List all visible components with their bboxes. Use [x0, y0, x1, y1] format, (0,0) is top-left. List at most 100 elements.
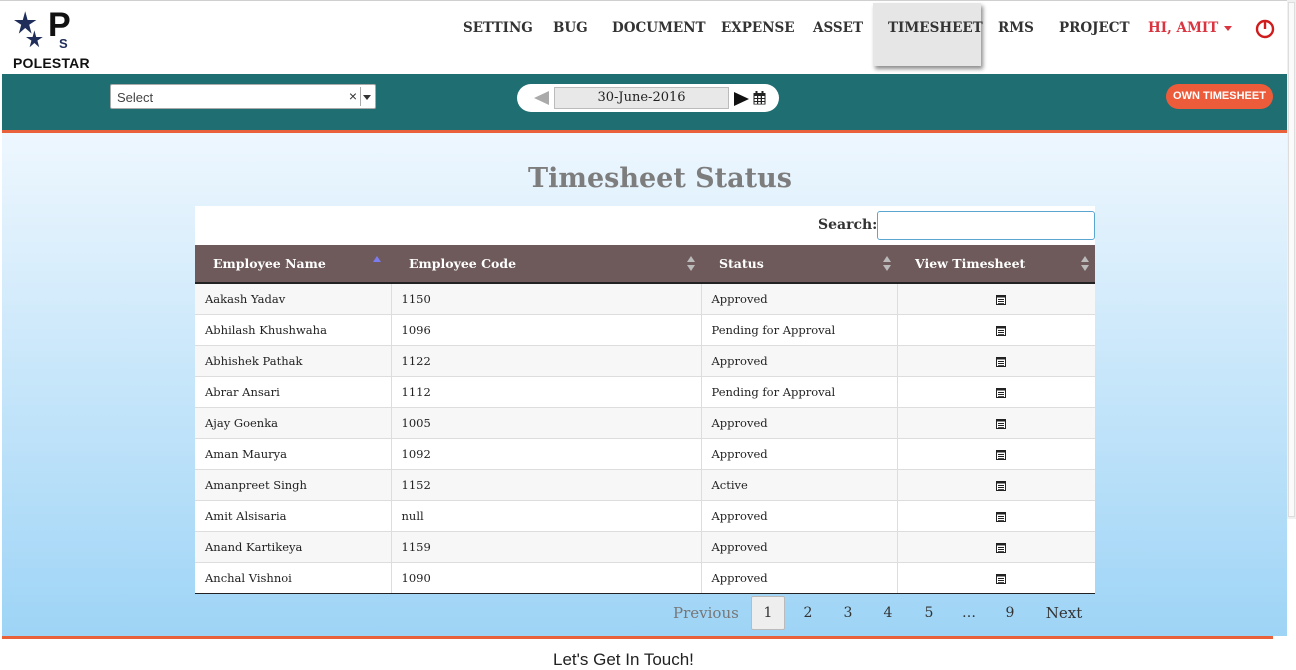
view-timesheet-icon[interactable]: [996, 326, 1007, 336]
table-row: Amanpreet Singh 1152 Active: [195, 469, 1095, 501]
chevron-down-icon[interactable]: [363, 95, 371, 100]
nav-project[interactable]: PROJECT: [1059, 20, 1130, 36]
pagination-page[interactable]: 5: [917, 596, 941, 630]
pagination-page[interactable]: 4: [876, 596, 900, 630]
next-date-icon[interactable]: [734, 92, 749, 106]
nav-asset[interactable]: ASSET: [813, 20, 863, 36]
view-timesheet-icon[interactable]: [996, 512, 1007, 522]
cell-view-timesheet: [897, 500, 1095, 532]
cell-employee-name: Ajay Goenka: [195, 407, 392, 439]
column-label: View Timesheet: [915, 256, 1026, 271]
cell-status: Active: [701, 469, 898, 501]
footer-heading: Let's Get In Touch!: [553, 650, 694, 669]
pagination-next[interactable]: Next: [1043, 596, 1085, 630]
column-employee-code[interactable]: Employee Code: [391, 245, 701, 284]
nav-expense[interactable]: EXPENSE: [721, 20, 795, 36]
search-label: Search:: [818, 217, 878, 233]
nav-timesheet[interactable]: TIMESHEET: [888, 20, 983, 36]
cell-status: Approved: [701, 345, 898, 377]
nav-rms[interactable]: RMS: [998, 20, 1034, 36]
sort-ascending-icon: [373, 256, 381, 272]
table-row: Anchal Vishnoi 1090 Approved: [195, 562, 1095, 594]
select-separator: [360, 87, 361, 106]
view-timesheet-icon[interactable]: [996, 481, 1007, 491]
cell-employee-name: Abhilash Khushwaha: [195, 314, 392, 346]
own-timesheet-button[interactable]: OWN TIMESHEET: [1166, 84, 1273, 109]
search-input[interactable]: [877, 211, 1095, 240]
employee-select[interactable]: Select ×: [110, 84, 376, 109]
cell-employee-code: 1122: [391, 345, 702, 377]
cell-view-timesheet: [897, 407, 1095, 439]
power-icon[interactable]: [1255, 19, 1275, 39]
column-label: Employee Name: [213, 256, 326, 271]
cell-status: Approved: [701, 407, 898, 439]
pagination-ellipsis: …: [962, 605, 976, 621]
pagination-page-current[interactable]: 1: [751, 596, 785, 630]
sort-icon: [687, 256, 695, 272]
nav-document[interactable]: DOCUMENT: [612, 20, 706, 36]
column-label: Employee Code: [409, 256, 517, 271]
table-row: Abrar Ansari 1112 Pending for Approval: [195, 376, 1095, 408]
date-field[interactable]: 30-June-2016: [554, 87, 729, 109]
nav-setting[interactable]: SETTING: [463, 20, 533, 36]
cell-view-timesheet: [897, 438, 1095, 470]
table-row: Amit Alsisaria null Approved: [195, 500, 1095, 532]
view-timesheet-icon[interactable]: [996, 543, 1007, 553]
cell-view-timesheet: [897, 469, 1095, 501]
column-employee-name[interactable]: Employee Name: [195, 245, 391, 284]
brand-name: POLESTAR: [13, 55, 90, 71]
cell-employee-code: 1152: [391, 469, 702, 501]
user-menu[interactable]: HI, AMIT: [1148, 20, 1233, 36]
cell-view-timesheet: [897, 562, 1095, 594]
cell-employee-code: 1150: [391, 283, 702, 315]
previous-date-icon[interactable]: [534, 91, 549, 105]
cell-status: Pending for Approval: [701, 376, 898, 408]
table-row: Abhishek Pathak 1122 Approved: [195, 345, 1095, 377]
view-timesheet-icon[interactable]: [996, 450, 1007, 460]
clear-icon[interactable]: ×: [349, 88, 357, 104]
top-header: P S POLESTAR SETTING BUG DOCUMENT EXPENS…: [0, 0, 1296, 74]
cell-employee-name: Aman Maurya: [195, 438, 392, 470]
cell-employee-name: Abhishek Pathak: [195, 345, 392, 377]
sort-icon: [1081, 256, 1089, 272]
column-status[interactable]: Status: [701, 245, 897, 284]
cell-status: Approved: [701, 531, 898, 563]
view-timesheet-icon[interactable]: [996, 419, 1007, 429]
pagination-page[interactable]: 2: [796, 596, 820, 630]
table-row: Ajay Goenka 1005 Approved: [195, 407, 1095, 439]
pagination-page[interactable]: 3: [836, 596, 860, 630]
chevron-down-icon: [1224, 26, 1233, 31]
timesheet-table: Employee Name Employee Code Status View …: [195, 245, 1095, 594]
cell-employee-code: 1090: [391, 562, 702, 594]
cell-status: Approved: [701, 438, 898, 470]
column-view-timesheet[interactable]: View Timesheet: [897, 245, 1095, 284]
pagination-page[interactable]: 9: [998, 596, 1022, 630]
sort-icon: [883, 256, 891, 272]
cell-status: Approved: [701, 283, 898, 315]
view-timesheet-icon[interactable]: [996, 574, 1007, 584]
cell-view-timesheet: [897, 345, 1095, 377]
view-timesheet-icon[interactable]: [996, 357, 1007, 367]
cell-status: Approved: [701, 562, 898, 594]
cell-employee-name: Amit Alsisaria: [195, 500, 392, 532]
column-label: Status: [719, 256, 764, 271]
pagination-previous[interactable]: Previous: [673, 596, 739, 630]
scrollbar-thumb[interactable]: [1288, 2, 1295, 517]
table-row: Aman Maurya 1092 Approved: [195, 438, 1095, 470]
cell-employee-name: Anand Kartikeya: [195, 531, 392, 563]
cell-employee-code: null: [391, 500, 702, 532]
cell-employee-code: 1159: [391, 531, 702, 563]
view-timesheet-icon[interactable]: [996, 388, 1007, 398]
calendar-icon[interactable]: [753, 91, 766, 105]
cell-view-timesheet: [897, 314, 1095, 346]
cell-employee-name: Aakash Yadav: [195, 283, 392, 315]
cell-view-timesheet: [897, 376, 1095, 408]
cell-view-timesheet: [897, 531, 1095, 563]
cell-employee-code: 1092: [391, 438, 702, 470]
cell-status: Approved: [701, 500, 898, 532]
nav-bug[interactable]: BUG: [553, 20, 588, 36]
cell-employee-name: Abrar Ansari: [195, 376, 392, 408]
cell-employee-name: Amanpreet Singh: [195, 469, 392, 501]
svg-text:S: S: [59, 36, 68, 51]
view-timesheet-icon[interactable]: [996, 295, 1007, 305]
